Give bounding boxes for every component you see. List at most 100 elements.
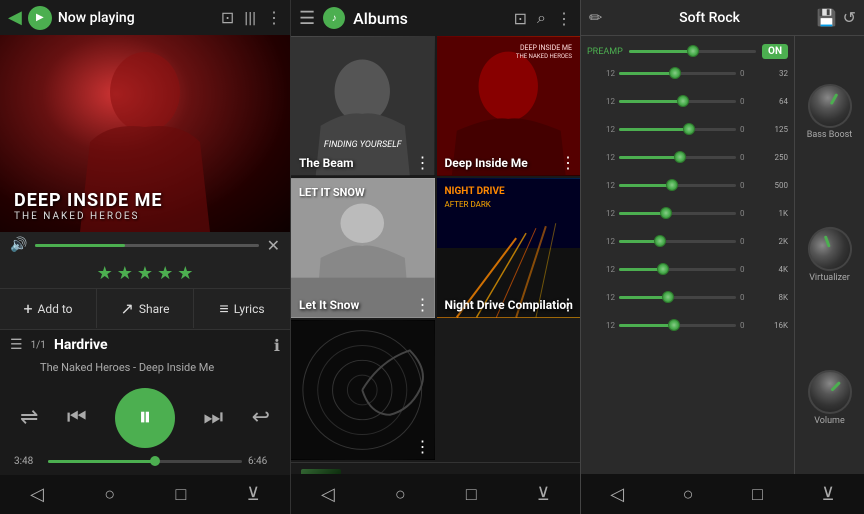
eq-freq-125: 125	[760, 125, 788, 134]
back-button[interactable]: ◀	[8, 7, 22, 28]
album-info-overlay: DEEP INSIDE ME THE NAKED HEROES	[0, 180, 290, 232]
next-button[interactable]: ⏭	[203, 405, 223, 430]
virtualizer-knob[interactable]	[801, 221, 857, 277]
total-time: 6:46	[248, 456, 276, 467]
eq-on-button[interactable]: ON	[762, 44, 788, 59]
star-5[interactable]: ★	[177, 263, 193, 284]
eq-slider-8[interactable]	[619, 268, 736, 271]
albums-top-icons: ⊡ ⌕ ⋮	[514, 8, 572, 28]
album-card-beam[interactable]: FINDING YOURSELF The Beam ⋮	[291, 36, 435, 176]
star-2[interactable]: ★	[117, 263, 133, 284]
eq-save-icon[interactable]: 💾	[817, 8, 837, 27]
info-icon[interactable]: ℹ	[274, 336, 280, 355]
plus-icon: +	[23, 299, 32, 318]
top-bar: ◀ ▶ Now playing ⊡ ||| ⋮	[0, 0, 290, 35]
volume-icon[interactable]: 🔊	[10, 237, 27, 253]
albums-panel: ☰ ♪ Albums ⊡ ⌕ ⋮ FINDING YOURSELF The Be…	[290, 0, 580, 514]
eq-row-6: 12 0 1K	[583, 199, 792, 227]
eq-label-12-10: 12	[587, 321, 615, 330]
eq-freq-4k: 4K	[760, 265, 788, 274]
eq-top-bar: ✏ Soft Rock 💾 ↺	[581, 0, 864, 36]
add-to-button[interactable]: + Add to	[0, 289, 97, 328]
eq-slider-10[interactable]	[619, 324, 736, 327]
eq-nav-down[interactable]: ⊻	[822, 484, 835, 505]
eq-nav-bar: ◁ ○ □ ⊻	[581, 474, 864, 514]
eq-preset-title: Soft Rock	[608, 10, 810, 26]
album-snow-more[interactable]: ⋮	[415, 295, 431, 314]
nav-back-icon[interactable]: ◁	[30, 484, 44, 505]
album-card-spiral[interactable]: ⋮	[291, 320, 435, 460]
eq-slider-3[interactable]	[619, 128, 736, 131]
albums-nav-bar: ◁ ○ □ ⊻	[291, 474, 580, 514]
album-spiral-more[interactable]: ⋮	[415, 437, 431, 456]
album-card-night[interactable]: NIGHT DRIVE AFTER DARK Night Drive Compi…	[437, 178, 581, 318]
albums-search-icon[interactable]: ⌕	[537, 8, 546, 28]
eq-nav-home[interactable]: ○	[683, 484, 694, 505]
eq-slider-4[interactable]	[619, 156, 736, 159]
eq-freq-1k: 1K	[760, 209, 788, 218]
album-list-item-are-you[interactable]: Are You Going With Me? Night Drive Compi…	[291, 462, 580, 474]
albums-nav-down[interactable]: ⊻	[537, 484, 550, 505]
albums-cast-icon[interactable]: ⊡	[514, 9, 527, 28]
nav-down-icon[interactable]: ⊻	[247, 484, 260, 505]
preamp-slider[interactable]	[629, 50, 756, 53]
nav-home-icon[interactable]: ○	[104, 484, 115, 505]
preamp-label: PREAMP	[587, 47, 623, 57]
eq-row-7: 12 0 2K	[583, 227, 792, 255]
eq-nav-back[interactable]: ◁	[610, 484, 624, 505]
eq-knobs-area: Bass Boost Virtualizer Volume	[794, 36, 864, 474]
pause-icon: ⏸	[138, 402, 151, 433]
star-3[interactable]: ★	[137, 263, 153, 284]
eq-refresh-icon[interactable]: ↺	[843, 8, 856, 27]
album-beam-more[interactable]: ⋮	[415, 153, 431, 172]
prev-button[interactable]: ⏮	[67, 405, 87, 430]
shuffle-button[interactable]: ⇌	[20, 405, 38, 430]
bass-boost-knob[interactable]	[799, 76, 859, 136]
eq-label-12-1: 12	[587, 69, 615, 78]
eq-row-8: 12 0 4K	[583, 255, 792, 283]
albums-nav-recent[interactable]: □	[466, 484, 477, 505]
album-card-deep[interactable]: DEEP INSIDE METHE NAKED HEROES Deep Insi…	[437, 36, 581, 176]
eq-slider-5[interactable]	[619, 184, 736, 187]
equalizer-icon[interactable]: |||	[244, 8, 256, 27]
star-1[interactable]: ★	[97, 263, 113, 284]
eq-freq-64: 64	[760, 97, 788, 106]
eq-label-12-2: 12	[587, 97, 615, 106]
mini-play-button[interactable]: ▶	[28, 6, 52, 30]
eq-slider-9[interactable]	[619, 296, 736, 299]
list-icon: ☰	[10, 337, 23, 353]
menu-icon[interactable]: ☰	[299, 8, 315, 29]
album-night-more[interactable]: ⋮	[560, 295, 576, 314]
cast-icon[interactable]: ⊡	[221, 8, 234, 27]
progress-bar[interactable]	[48, 460, 242, 463]
close-icon[interactable]: ✕	[267, 236, 280, 255]
album-deep-more[interactable]: ⋮	[560, 153, 576, 172]
eq-slider-1[interactable]	[619, 72, 736, 75]
now-playing-panel: ◀ ▶ Now playing ⊡ ||| ⋮ DEEP INSIDE ME T…	[0, 0, 290, 514]
volume-knob[interactable]	[798, 361, 860, 423]
controls-area: ⇌ ⏮ ⏸ ⏭ ↩ 3:48 6:46	[0, 380, 290, 475]
eq-slider-6[interactable]	[619, 212, 736, 215]
albums-more-icon[interactable]: ⋮	[556, 9, 572, 28]
eq-slider-7[interactable]	[619, 240, 736, 243]
star-rating[interactable]: ★ ★ ★ ★ ★	[0, 259, 290, 288]
album-artist: THE NAKED HEROES	[14, 211, 276, 222]
albums-nav-home[interactable]: ○	[395, 484, 406, 505]
more-icon[interactable]: ⋮	[266, 8, 282, 27]
current-time: 3:48	[14, 456, 42, 467]
eq-pen-icon[interactable]: ✏	[589, 8, 602, 27]
eq-body: PREAMP ON 12 0 32 12	[581, 36, 864, 474]
volume-slider[interactable]	[35, 244, 258, 247]
star-4[interactable]: ★	[157, 263, 173, 284]
eq-row-1: 12 0 32	[583, 59, 792, 87]
play-pause-button[interactable]: ⏸	[115, 388, 175, 448]
repeat-button[interactable]: ↩	[252, 405, 270, 430]
eq-freq-16k: 16K	[760, 321, 788, 330]
album-card-snow[interactable]: LET IT SNOW Let It Snow ⋮	[291, 178, 435, 318]
lyrics-button[interactable]: ≡ Lyrics	[194, 289, 290, 329]
albums-nav-back[interactable]: ◁	[321, 484, 335, 505]
nav-recent-icon[interactable]: □	[175, 484, 186, 505]
eq-nav-recent[interactable]: □	[752, 484, 763, 505]
share-button[interactable]: ↗ Share	[97, 289, 194, 328]
eq-slider-2[interactable]	[619, 100, 736, 103]
